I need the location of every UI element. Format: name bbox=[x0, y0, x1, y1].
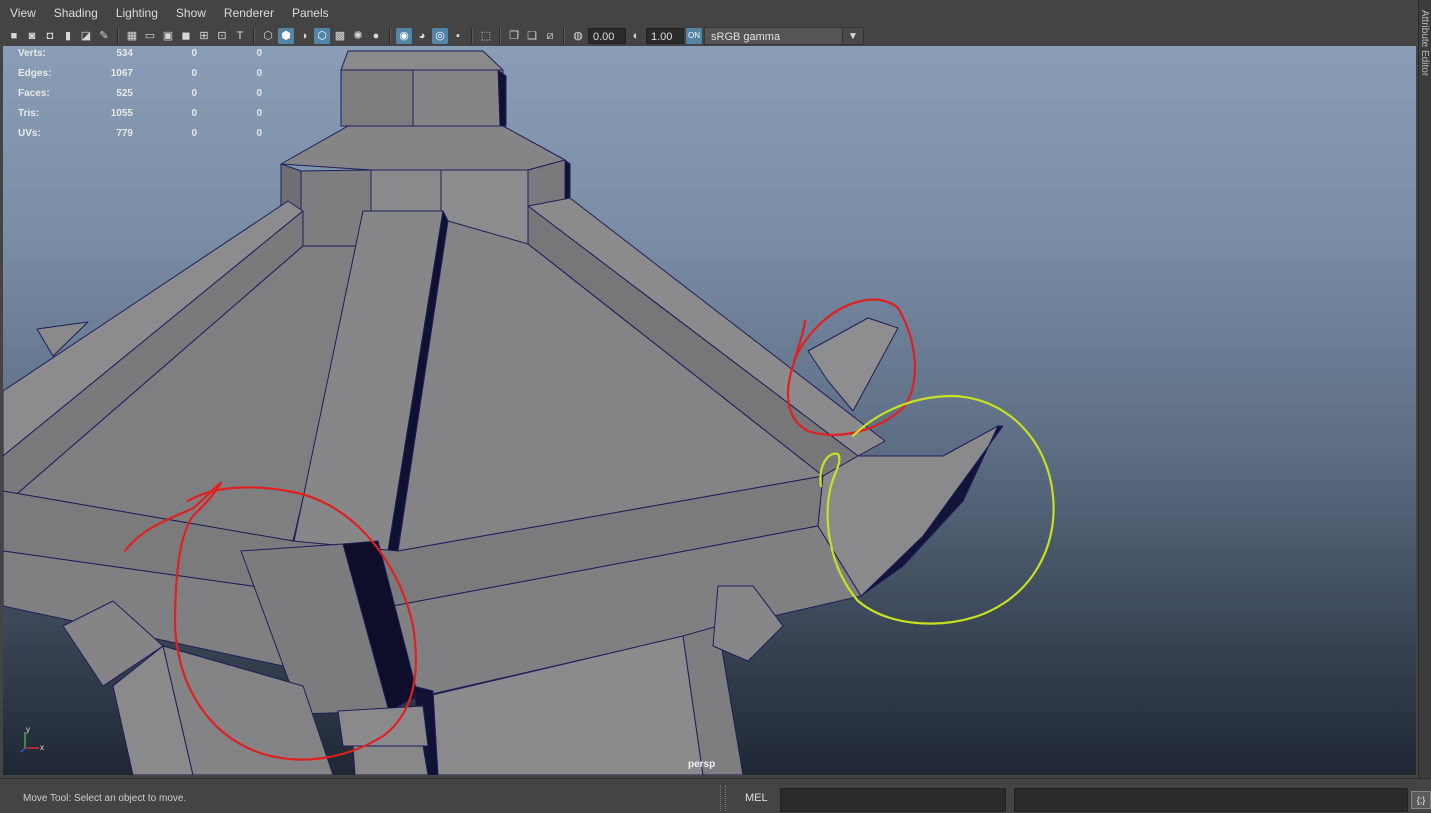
textured-icon[interactable]: ▩ bbox=[332, 28, 348, 44]
menu-renderer[interactable]: Renderer bbox=[214, 0, 282, 26]
wireframe-icon[interactable]: ⬡ bbox=[260, 28, 276, 44]
hud-value: 0 bbox=[238, 68, 262, 79]
anti-aliasing-icon[interactable]: ◎ bbox=[432, 28, 448, 44]
film-gate-icon[interactable]: ▭ bbox=[142, 28, 158, 44]
xray-joints-icon[interactable]: ❏ bbox=[524, 28, 540, 44]
grid-icon[interactable]: ▦ bbox=[124, 28, 140, 44]
hud-value: 0 bbox=[173, 68, 197, 79]
ambient-occlusion-icon[interactable]: ◉ bbox=[396, 28, 412, 44]
hud-value: 0 bbox=[173, 108, 197, 119]
hud-label: Edges: bbox=[18, 68, 51, 79]
xray-active-components-icon[interactable]: ⧄ bbox=[542, 28, 558, 44]
hud-value: 0 bbox=[238, 48, 262, 59]
default-lighting-icon[interactable]: ◑ bbox=[296, 28, 312, 44]
lower-step bbox=[338, 706, 428, 746]
2d-pan-zoom-icon[interactable]: ✎ bbox=[96, 28, 112, 44]
view-transform-value: sRGB gamma bbox=[711, 31, 780, 43]
hud-value: 1067 bbox=[103, 68, 133, 79]
xray-icon[interactable]: ❐ bbox=[506, 28, 522, 44]
top-cap-side bbox=[498, 70, 506, 126]
scene-render bbox=[3, 46, 1416, 775]
gamma-field[interactable]: 1.00 bbox=[646, 28, 684, 44]
axis-y-label: y bbox=[26, 726, 30, 734]
shadows-icon[interactable]: ● bbox=[368, 28, 384, 44]
resize-grip[interactable] bbox=[720, 785, 726, 811]
bookmark-icon[interactable]: ▮ bbox=[60, 28, 76, 44]
collar-face bbox=[281, 126, 565, 170]
hud-value: 1055 bbox=[103, 108, 133, 119]
hud-row-tris: Tris: 1055 0 0 bbox=[3, 108, 273, 122]
toolbar-separator bbox=[117, 28, 119, 44]
hud-value: 0 bbox=[173, 128, 197, 139]
menu-lighting[interactable]: Lighting bbox=[106, 0, 166, 26]
hud-value: 0 bbox=[238, 88, 262, 99]
menu-show[interactable]: Show bbox=[166, 0, 214, 26]
exposure-icon[interactable]: ◍ bbox=[570, 28, 586, 44]
menu-shading[interactable]: Shading bbox=[44, 0, 106, 26]
hud-label: Verts: bbox=[18, 48, 46, 59]
command-input[interactable] bbox=[780, 788, 1006, 812]
hud-row-uvs: UVs: 779 0 0 bbox=[3, 128, 273, 142]
collar-side bbox=[371, 170, 441, 211]
gamma-icon[interactable]: ◐ bbox=[628, 28, 644, 44]
attribute-editor-tab[interactable]: Attribute Editor bbox=[1419, 8, 1431, 118]
select-camera-icon[interactable]: ■ bbox=[6, 28, 22, 44]
isolate-select-icon[interactable]: ⬚ bbox=[478, 28, 494, 44]
toolbar-separator bbox=[253, 28, 255, 44]
motion-blur-icon[interactable]: ◕ bbox=[414, 28, 430, 44]
attribute-editor-label: Attribute Editor bbox=[1419, 10, 1430, 76]
wireframe-on-shaded-icon[interactable]: ⬡ bbox=[314, 28, 330, 44]
script-editor-icon[interactable]: {;} bbox=[1411, 791, 1431, 809]
hud-row-faces: Faces: 525 0 0 bbox=[3, 88, 273, 102]
hud-value: 0 bbox=[173, 48, 197, 59]
hud-row-verts: Verts: 534 0 0 bbox=[3, 48, 273, 62]
hud-label: Faces: bbox=[18, 88, 50, 99]
gate-mask-icon[interactable]: ◼ bbox=[178, 28, 194, 44]
safe-action-icon[interactable]: ⊡ bbox=[214, 28, 230, 44]
hud-label: UVs: bbox=[18, 128, 41, 139]
camera-attributes-icon[interactable]: ◙ bbox=[24, 28, 40, 44]
toolbar-separator bbox=[389, 28, 391, 44]
chevron-down-icon: ▼ bbox=[842, 28, 863, 44]
script-language-toggle[interactable]: MEL bbox=[745, 792, 768, 804]
help-line-text: Move Tool: Select an object to move. bbox=[23, 793, 186, 804]
field-chart-icon[interactable]: ⊞ bbox=[196, 28, 212, 44]
toolbar-separator bbox=[563, 28, 565, 44]
hud-value: 0 bbox=[238, 108, 262, 119]
lower-step bbox=[353, 746, 428, 775]
safe-title-icon[interactable]: T bbox=[232, 28, 248, 44]
hud-value: 525 bbox=[103, 88, 133, 99]
toolbar-separator bbox=[499, 28, 501, 44]
command-result-field bbox=[1014, 788, 1408, 812]
camera-name-label: persp bbox=[688, 759, 715, 770]
depth-of-field-icon[interactable]: ▪ bbox=[450, 28, 466, 44]
view-axis-icon: y x bbox=[17, 726, 57, 756]
color-management-icon[interactable]: ON bbox=[686, 28, 702, 44]
command-line-bar: Move Tool: Select an object to move. MEL… bbox=[0, 778, 1431, 813]
top-cap-face bbox=[341, 51, 503, 70]
hud-value: 779 bbox=[103, 128, 133, 139]
hud-value: 0 bbox=[238, 128, 262, 139]
top-cap-side bbox=[413, 70, 503, 126]
hud-row-edges: Edges: 1067 0 0 bbox=[3, 68, 273, 82]
lights-icon[interactable]: ✺ bbox=[350, 28, 366, 44]
hud-value: 0 bbox=[173, 88, 197, 99]
axis-x-label: x bbox=[40, 743, 44, 752]
image-plane-icon[interactable]: ◪ bbox=[78, 28, 94, 44]
menu-panels[interactable]: Panels bbox=[282, 0, 337, 26]
lock-camera-icon[interactable]: ◘ bbox=[42, 28, 58, 44]
menu-view[interactable]: View bbox=[0, 0, 44, 26]
top-cap-side bbox=[341, 70, 413, 126]
panel-toolbar: ■ ◙ ◘ ▮ ◪ ✎ ▦ ▭ ▣ ◼ ⊞ ⊡ T ⬡ ⬢ ◑ ⬡ ▩ ✺ ● … bbox=[0, 26, 1418, 46]
viewport-menubar: View Shading Lighting Show Renderer Pane… bbox=[0, 0, 1418, 26]
toolbar-separator bbox=[471, 28, 473, 44]
hud-value: 534 bbox=[103, 48, 133, 59]
exposure-field[interactable]: 0.00 bbox=[588, 28, 626, 44]
hud-label: Tris: bbox=[18, 108, 39, 119]
view-transform-select[interactable]: sRGB gamma ▼ bbox=[704, 27, 864, 45]
3d-viewport[interactable]: Verts: 534 0 0 Edges: 1067 0 0 Faces: 52… bbox=[3, 46, 1416, 775]
resolution-gate-icon[interactable]: ▣ bbox=[160, 28, 176, 44]
smooth-shade-icon[interactable]: ⬢ bbox=[278, 28, 294, 44]
